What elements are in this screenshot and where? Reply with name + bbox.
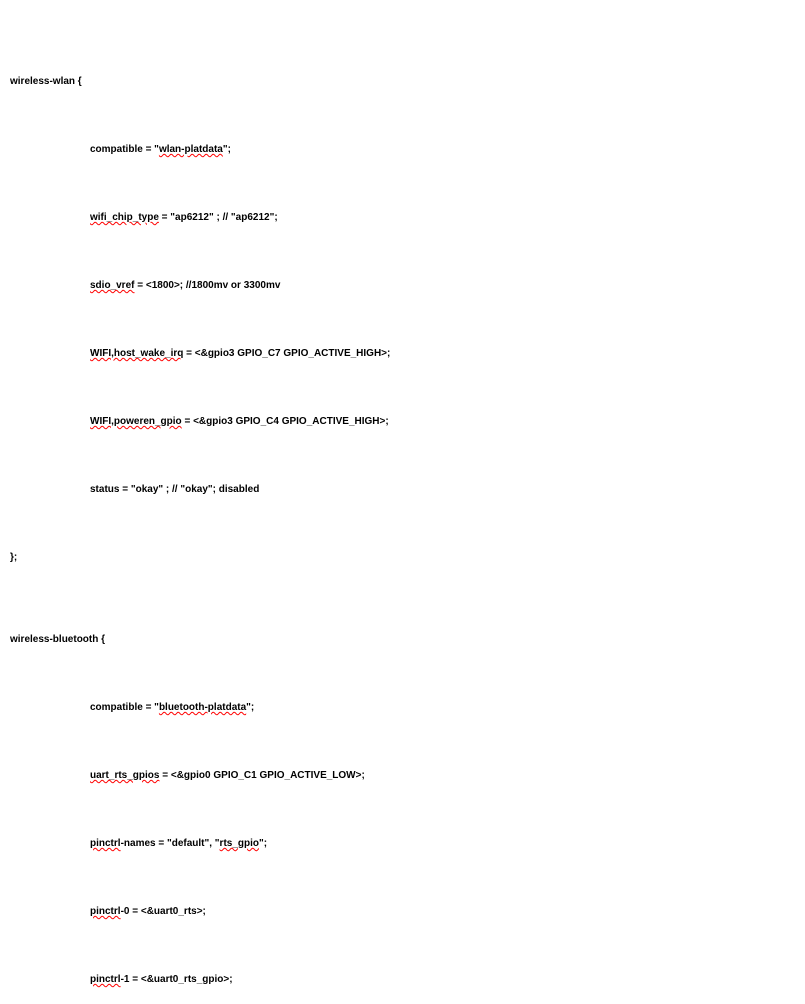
wlan-host-wake-line: WIFI,host_wake_irq = <&gpio3 GPIO_C7 GPI… (10, 347, 795, 367)
spell-underline: wlan-platdata (159, 144, 223, 155)
blank-line (10, 585, 795, 605)
wlan-sdio-vref-line: sdio_vref = <1800>; //1800mv or 3300mv (10, 279, 795, 299)
blank-line (10, 109, 795, 129)
wlan-chip-type-line: wifi_chip_type = "ap6212" ; // "ap6212"; (10, 211, 795, 231)
bt-pinctrl-1-line: pinctrl-1 = <&uart0_rts_gpio>; (10, 973, 795, 993)
bt-block-open: wireless-bluetooth { (10, 633, 795, 653)
spell-underline: wifi_chip_type (90, 212, 159, 223)
text: wireless-wlan { (10, 76, 82, 87)
blank-line (10, 313, 795, 333)
bt-compatible-line: compatible = "bluetooth-platdata"; (10, 701, 795, 721)
blank-line (10, 381, 795, 401)
wlan-compatible-line: compatible = "wlan-platdata"; (10, 143, 795, 163)
blank-line (10, 803, 795, 823)
spell-underline: pinctrl (90, 906, 121, 917)
spell-underline: pinctrl (90, 974, 121, 985)
blank-line (10, 667, 795, 687)
wlan-block-open: wireless-wlan { (10, 75, 795, 95)
blank-line (10, 449, 795, 469)
bt-pinctrl-names-line: pinctrl-names = "default", "rts_gpio"; (10, 837, 795, 857)
blank-line (10, 939, 795, 959)
wlan-poweren-line: WIFI,poweren_gpio = <&gpio3 GPIO_C4 GPIO… (10, 415, 795, 435)
spell-underline: WIFI,host_wake_irq (90, 348, 183, 359)
blank-line (10, 735, 795, 755)
spell-underline: sdio_vref (90, 280, 134, 291)
bt-uart-rts-line: uart_rts_gpios = <&gpio0 GPIO_C1 GPIO_AC… (10, 769, 795, 789)
blank-line (10, 245, 795, 265)
device-tree-code: wireless-wlan { compatible = "wlan-platd… (10, 61, 795, 1004)
spell-underline: WIFI,poweren_gpio (90, 416, 182, 427)
spell-underline: uart_rts_gpios (90, 770, 159, 781)
bt-pinctrl-0-line: pinctrl-0 = <&uart0_rts>; (10, 905, 795, 925)
wlan-status-line: status = "okay" ; // "okay"; disabled (10, 483, 795, 503)
spell-underline: bluetooth-platdata (159, 702, 246, 713)
wlan-block-close: }; (10, 551, 795, 571)
spell-underline: pinctrl (90, 838, 121, 849)
blank-line (10, 871, 795, 891)
blank-line (10, 517, 795, 537)
blank-line (10, 177, 795, 197)
spell-underline: rts_gpio (220, 838, 259, 849)
